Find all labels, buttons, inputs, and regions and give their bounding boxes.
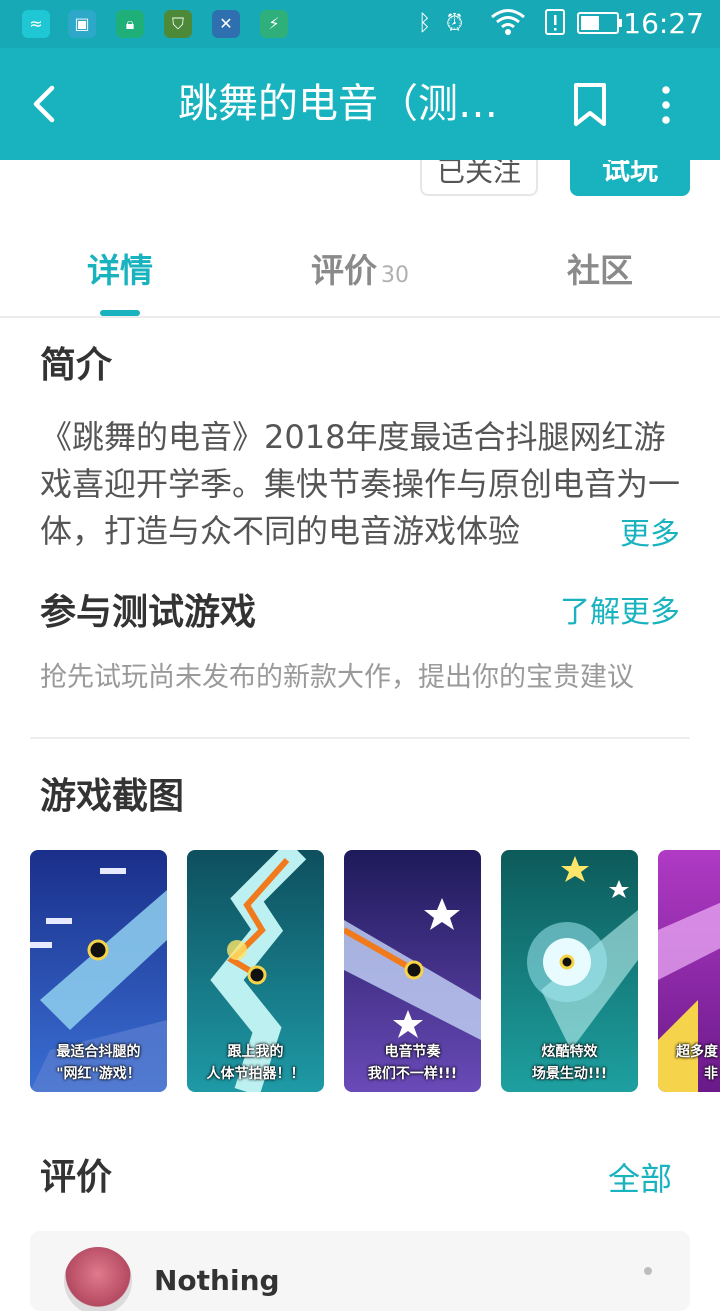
intro-text: 《跳舞的电音》2018年度最适合抖腿网红游戏喜迎开学季。集快节奏操作与原创电音为…	[40, 418, 680, 550]
avatar[interactable]	[64, 1247, 132, 1311]
screenshot-carousel[interactable]: 最适合抖腿的 "网红"游戏！ 跟上我的 人体节拍器！！ 电音节奏 我们不一样!!…	[30, 850, 720, 1094]
review-username[interactable]: Nothing	[154, 1261, 280, 1301]
screenshot-caption: 超多度	[676, 1044, 718, 1060]
screenshot-4[interactable]: 炫酷特效 场景生动!!!	[501, 850, 638, 1092]
wifi-app-icon: ≈	[22, 10, 50, 38]
more-vertical-icon	[662, 86, 670, 124]
intro-title: 简介	[40, 345, 113, 386]
test-title: 参与测试游戏	[40, 592, 257, 633]
screenshot-caption: 非	[704, 1066, 718, 1082]
header-actions: 已关注 试玩	[0, 160, 720, 200]
reviews-all-link[interactable]: 全部	[608, 1154, 672, 1204]
screenshot-caption: 炫酷特效	[541, 1044, 598, 1060]
gallery-icon: ▣	[68, 10, 96, 38]
back-arrow-icon	[33, 85, 55, 123]
screenshot-caption: 电音节奏	[384, 1044, 441, 1060]
status-time: 16:27	[623, 7, 704, 40]
tab-label: 社区	[567, 251, 633, 290]
lock-app-icon: 🔒︎	[116, 10, 144, 38]
page-title: 跳舞的电音（测试服）	[178, 81, 518, 127]
test-description: 抢先试玩尚未发布的新款大作，提出你的宝贵建议	[40, 662, 634, 693]
screenshot-caption: 人体节拍器！！	[206, 1066, 305, 1082]
screenshot-caption: 我们不一样!!!	[367, 1066, 458, 1082]
screenshot-caption: "网红"游戏！	[56, 1066, 141, 1082]
tab-label: 详情	[87, 251, 153, 290]
security-icon: ⚡︎	[260, 10, 288, 38]
review-menu-icon[interactable]	[644, 1267, 652, 1275]
play-button[interactable]: 试玩	[570, 160, 690, 196]
screenshot-1[interactable]: 最适合抖腿的 "网红"游戏！	[30, 850, 167, 1092]
tool-icon: ✕	[212, 10, 240, 38]
tab-community[interactable]: 社区	[540, 246, 660, 296]
more-menu-button[interactable]	[650, 82, 682, 128]
back-button[interactable]	[26, 78, 66, 130]
screenshot-2[interactable]: 跟上我的 人体节拍器！！	[187, 850, 324, 1092]
shield-icon: ⛉	[164, 10, 192, 38]
screenshot-3[interactable]: 电音节奏 我们不一样!!!	[344, 850, 481, 1092]
alert-icon	[544, 8, 566, 46]
divider	[30, 737, 690, 739]
screenshot-caption: 场景生动!!!	[531, 1066, 608, 1082]
review-count-badge: 30	[381, 263, 409, 288]
tab-details[interactable]: 详情	[60, 246, 180, 296]
tab-label: 评价	[311, 251, 377, 290]
status-bar: ≈ ▣ 🔒︎ ⛉ ✕ ⚡︎ ᛒ ⏰︎ 16:27	[0, 0, 720, 48]
reviews-title: 评价	[40, 1157, 113, 1198]
wifi-icon	[490, 8, 526, 46]
tab-bar: 详情 评价 30 社区	[0, 226, 720, 318]
intro-more-link[interactable]: 更多	[590, 512, 680, 558]
active-tab-indicator	[100, 310, 140, 316]
bookmark-icon	[574, 83, 606, 126]
screenshot-caption: 跟上我的	[227, 1044, 284, 1060]
learn-more-link[interactable]: 了解更多	[560, 590, 680, 636]
bookmark-button[interactable]	[570, 82, 610, 128]
screenshot-5[interactable]: 超多度 非	[658, 850, 720, 1092]
screenshot-caption: 最适合抖腿的	[56, 1044, 141, 1060]
alarm-icon: ⏰︎	[446, 11, 464, 36]
review-card[interactable]: Nothing	[30, 1231, 690, 1311]
battery-icon	[576, 8, 624, 46]
screenshots-title: 游戏截图	[40, 776, 185, 817]
bluetooth-icon: ᛒ	[418, 11, 432, 36]
tab-reviews[interactable]: 评价 30	[290, 246, 430, 296]
follow-button[interactable]: 已关注	[420, 160, 538, 196]
app-bar: 跳舞的电音（测试服）	[0, 48, 720, 160]
